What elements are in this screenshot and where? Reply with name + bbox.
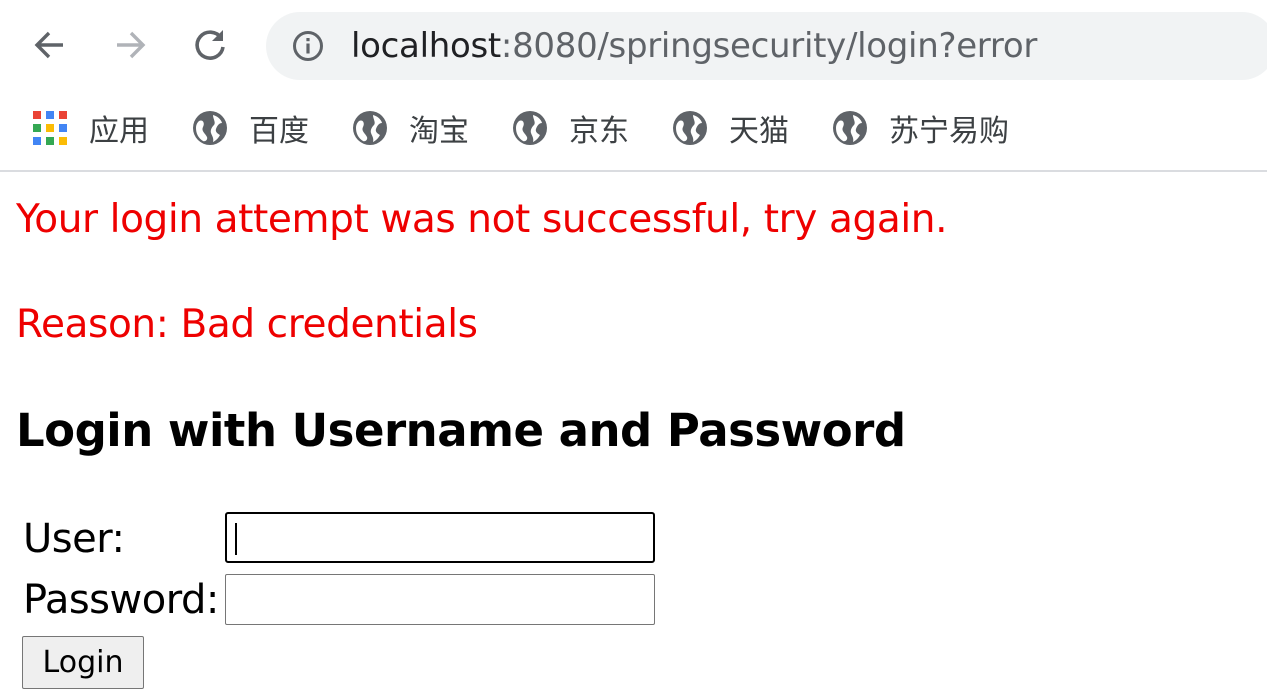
bookmark-jd[interactable]: 京东 [511,104,629,152]
bookmark-apps[interactable]: 应用 [31,104,149,152]
browser-toolbar: localhost:8080/springsecurity/login?erro… [0,0,1267,90]
page-title: Login with Username and Password [16,404,906,457]
arrow-right-icon [117,31,146,59]
globe-icon [513,111,547,145]
url-host: localhost [351,26,501,66]
bookmark-label: 京东 [569,114,629,149]
globe-icon [833,111,867,145]
bookmark-label: 应用 [89,114,149,149]
globe-icon [673,111,707,145]
arrow-left-icon [34,31,63,59]
password-input[interactable] [225,574,655,625]
bookmark-label: 淘宝 [409,114,469,149]
url-text[interactable]: localhost:8080/springsecurity/login?erro… [351,24,1037,68]
bookmark-tmall[interactable]: 天猫 [671,104,789,152]
info-icon[interactable] [292,30,324,62]
forward-button[interactable] [107,22,153,68]
globe-icon [353,111,387,145]
bookmark-label: 百度 [249,114,309,149]
page-content: Your login attempt was not successful, t… [0,172,1267,699]
reload-icon [195,30,225,60]
password-label: Password: [23,577,219,623]
bookmarks-bar: 应用 百度 淘宝 京东 天猫 苏宁易购 [0,90,1267,172]
bookmark-taobao[interactable]: 淘宝 [351,104,469,152]
apps-grid-icon [33,111,67,145]
error-message: Your login attempt was not successful, t… [16,197,948,242]
bookmark-baidu[interactable]: 百度 [191,104,309,152]
globe-icon [193,111,227,145]
text-caret [235,523,237,555]
user-label: User: [23,516,125,562]
back-button[interactable] [27,22,73,68]
error-reason: Reason: Bad credentials [16,302,478,347]
bookmark-label: 天猫 [729,114,789,149]
reload-button[interactable] [187,22,233,68]
bookmark-suning[interactable]: 苏宁易购 [831,104,1009,152]
url-path: :8080/springsecurity/login?error [500,26,1037,66]
login-button[interactable]: Login [22,636,144,689]
address-bar[interactable]: localhost:8080/springsecurity/login?erro… [266,12,1267,80]
bookmark-label: 苏宁易购 [889,114,1009,149]
username-input[interactable] [225,512,655,563]
